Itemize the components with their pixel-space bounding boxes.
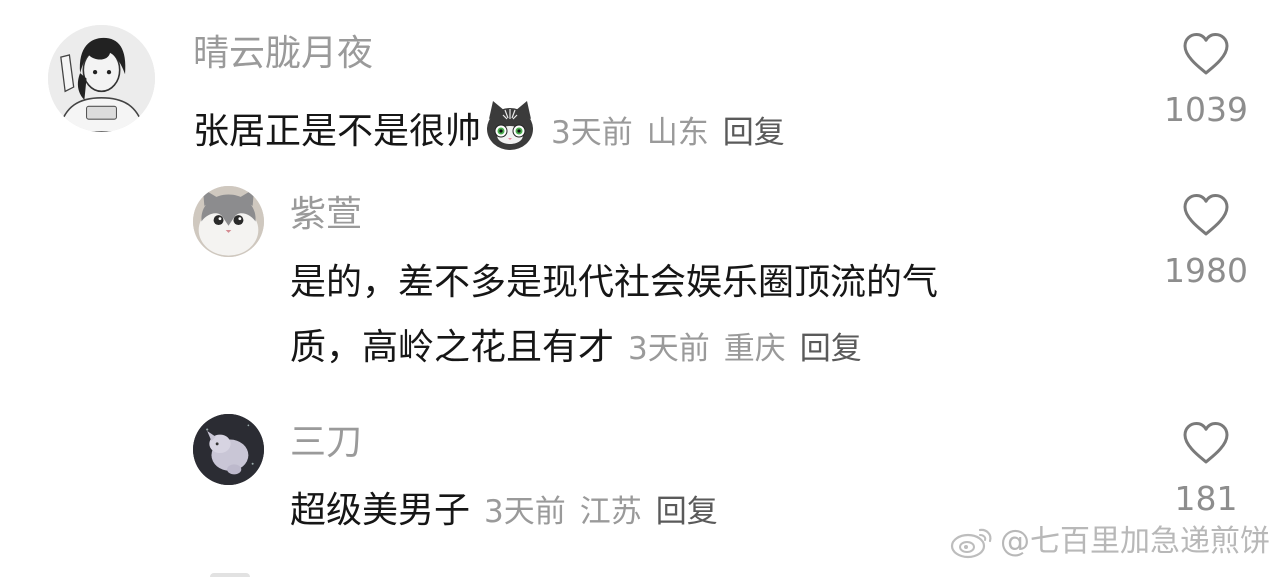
- comment-time: 3天前: [628, 331, 710, 367]
- reply-button[interactable]: 回复: [656, 494, 718, 530]
- avatar-cat-photo[interactable]: [193, 186, 264, 257]
- comment-meta: 3天前 江苏 回复: [484, 494, 718, 530]
- comment-body: 质，高岭之花且有才 3天前 重庆 回复: [290, 327, 862, 370]
- like-count: 1980: [1164, 251, 1248, 290]
- heart-outline-icon[interactable]: [1181, 31, 1231, 77]
- comment-username[interactable]: 紫萱: [290, 194, 362, 236]
- comment-meta: 3天前 山东 回复: [551, 115, 785, 151]
- comment-text: 超级美男子: [290, 490, 471, 531]
- comment-meta: 3天前 重庆 回复: [628, 331, 862, 367]
- like-control[interactable]: 181: [1156, 420, 1256, 518]
- avatar-dog-photo[interactable]: [193, 414, 264, 485]
- comment-text-line: 质，高岭之花且有才: [290, 327, 615, 368]
- next-avatar-edge: [210, 573, 250, 577]
- comment-time: 3天前: [484, 494, 566, 530]
- comment-location: 山东: [646, 115, 709, 151]
- like-count: 181: [1174, 479, 1238, 518]
- cat-emoji: [483, 99, 537, 153]
- reply-button[interactable]: 回复: [723, 115, 785, 151]
- like-control[interactable]: 1980: [1156, 192, 1256, 290]
- comment-username[interactable]: 三刀: [290, 422, 362, 464]
- comment-body: 超级美男子 3天前 江苏 回复: [290, 490, 718, 533]
- heart-outline-icon[interactable]: [1181, 192, 1231, 238]
- comment-text-line: 是的，差不多是现代社会娱乐圈顶流的气: [290, 262, 939, 303]
- like-count: 1039: [1164, 90, 1248, 129]
- heart-outline-icon[interactable]: [1181, 420, 1231, 466]
- comment-time: 3天前: [551, 115, 633, 151]
- reply-button[interactable]: 回复: [800, 331, 862, 367]
- watermark-text: @七百里加急递煎饼: [1000, 524, 1270, 559]
- comment-username[interactable]: 晴云胧月夜: [193, 33, 373, 75]
- comment-location: 江苏: [579, 494, 642, 530]
- like-control[interactable]: 1039: [1156, 31, 1256, 129]
- comment-location: 重庆: [723, 331, 786, 367]
- avatar-anime-character[interactable]: [48, 25, 155, 132]
- comment-text: 张居正是不是很帅: [193, 111, 482, 152]
- watermark: @七百里加急递煎饼: [950, 522, 1270, 562]
- comment-body: 张居正是不是很帅 3天前 山东 回复: [193, 99, 785, 154]
- weibo-logo-icon: [950, 528, 992, 559]
